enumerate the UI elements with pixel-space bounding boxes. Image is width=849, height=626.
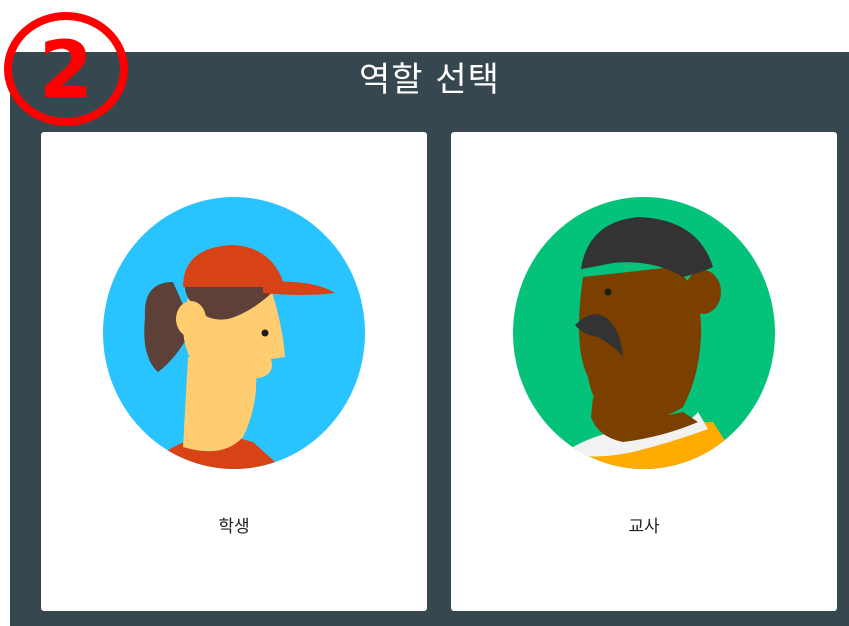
- teacher-avatar-icon: [513, 197, 775, 469]
- role-card-teacher[interactable]: 교사: [451, 132, 837, 611]
- page-title: 역할 선택: [359, 60, 500, 100]
- step-number: 2: [39, 26, 93, 116]
- step-number-badge: 2: [4, 12, 128, 126]
- role-selection-panel: 역할 선택 학생 교사: [10, 52, 849, 626]
- role-label-student: 학생: [218, 517, 250, 537]
- role-card-student[interactable]: 학생: [41, 132, 427, 611]
- page: 역할 선택 학생 교사 2: [0, 0, 849, 626]
- student-avatar-icon: [103, 197, 365, 469]
- role-label-teacher: 교사: [628, 517, 660, 537]
